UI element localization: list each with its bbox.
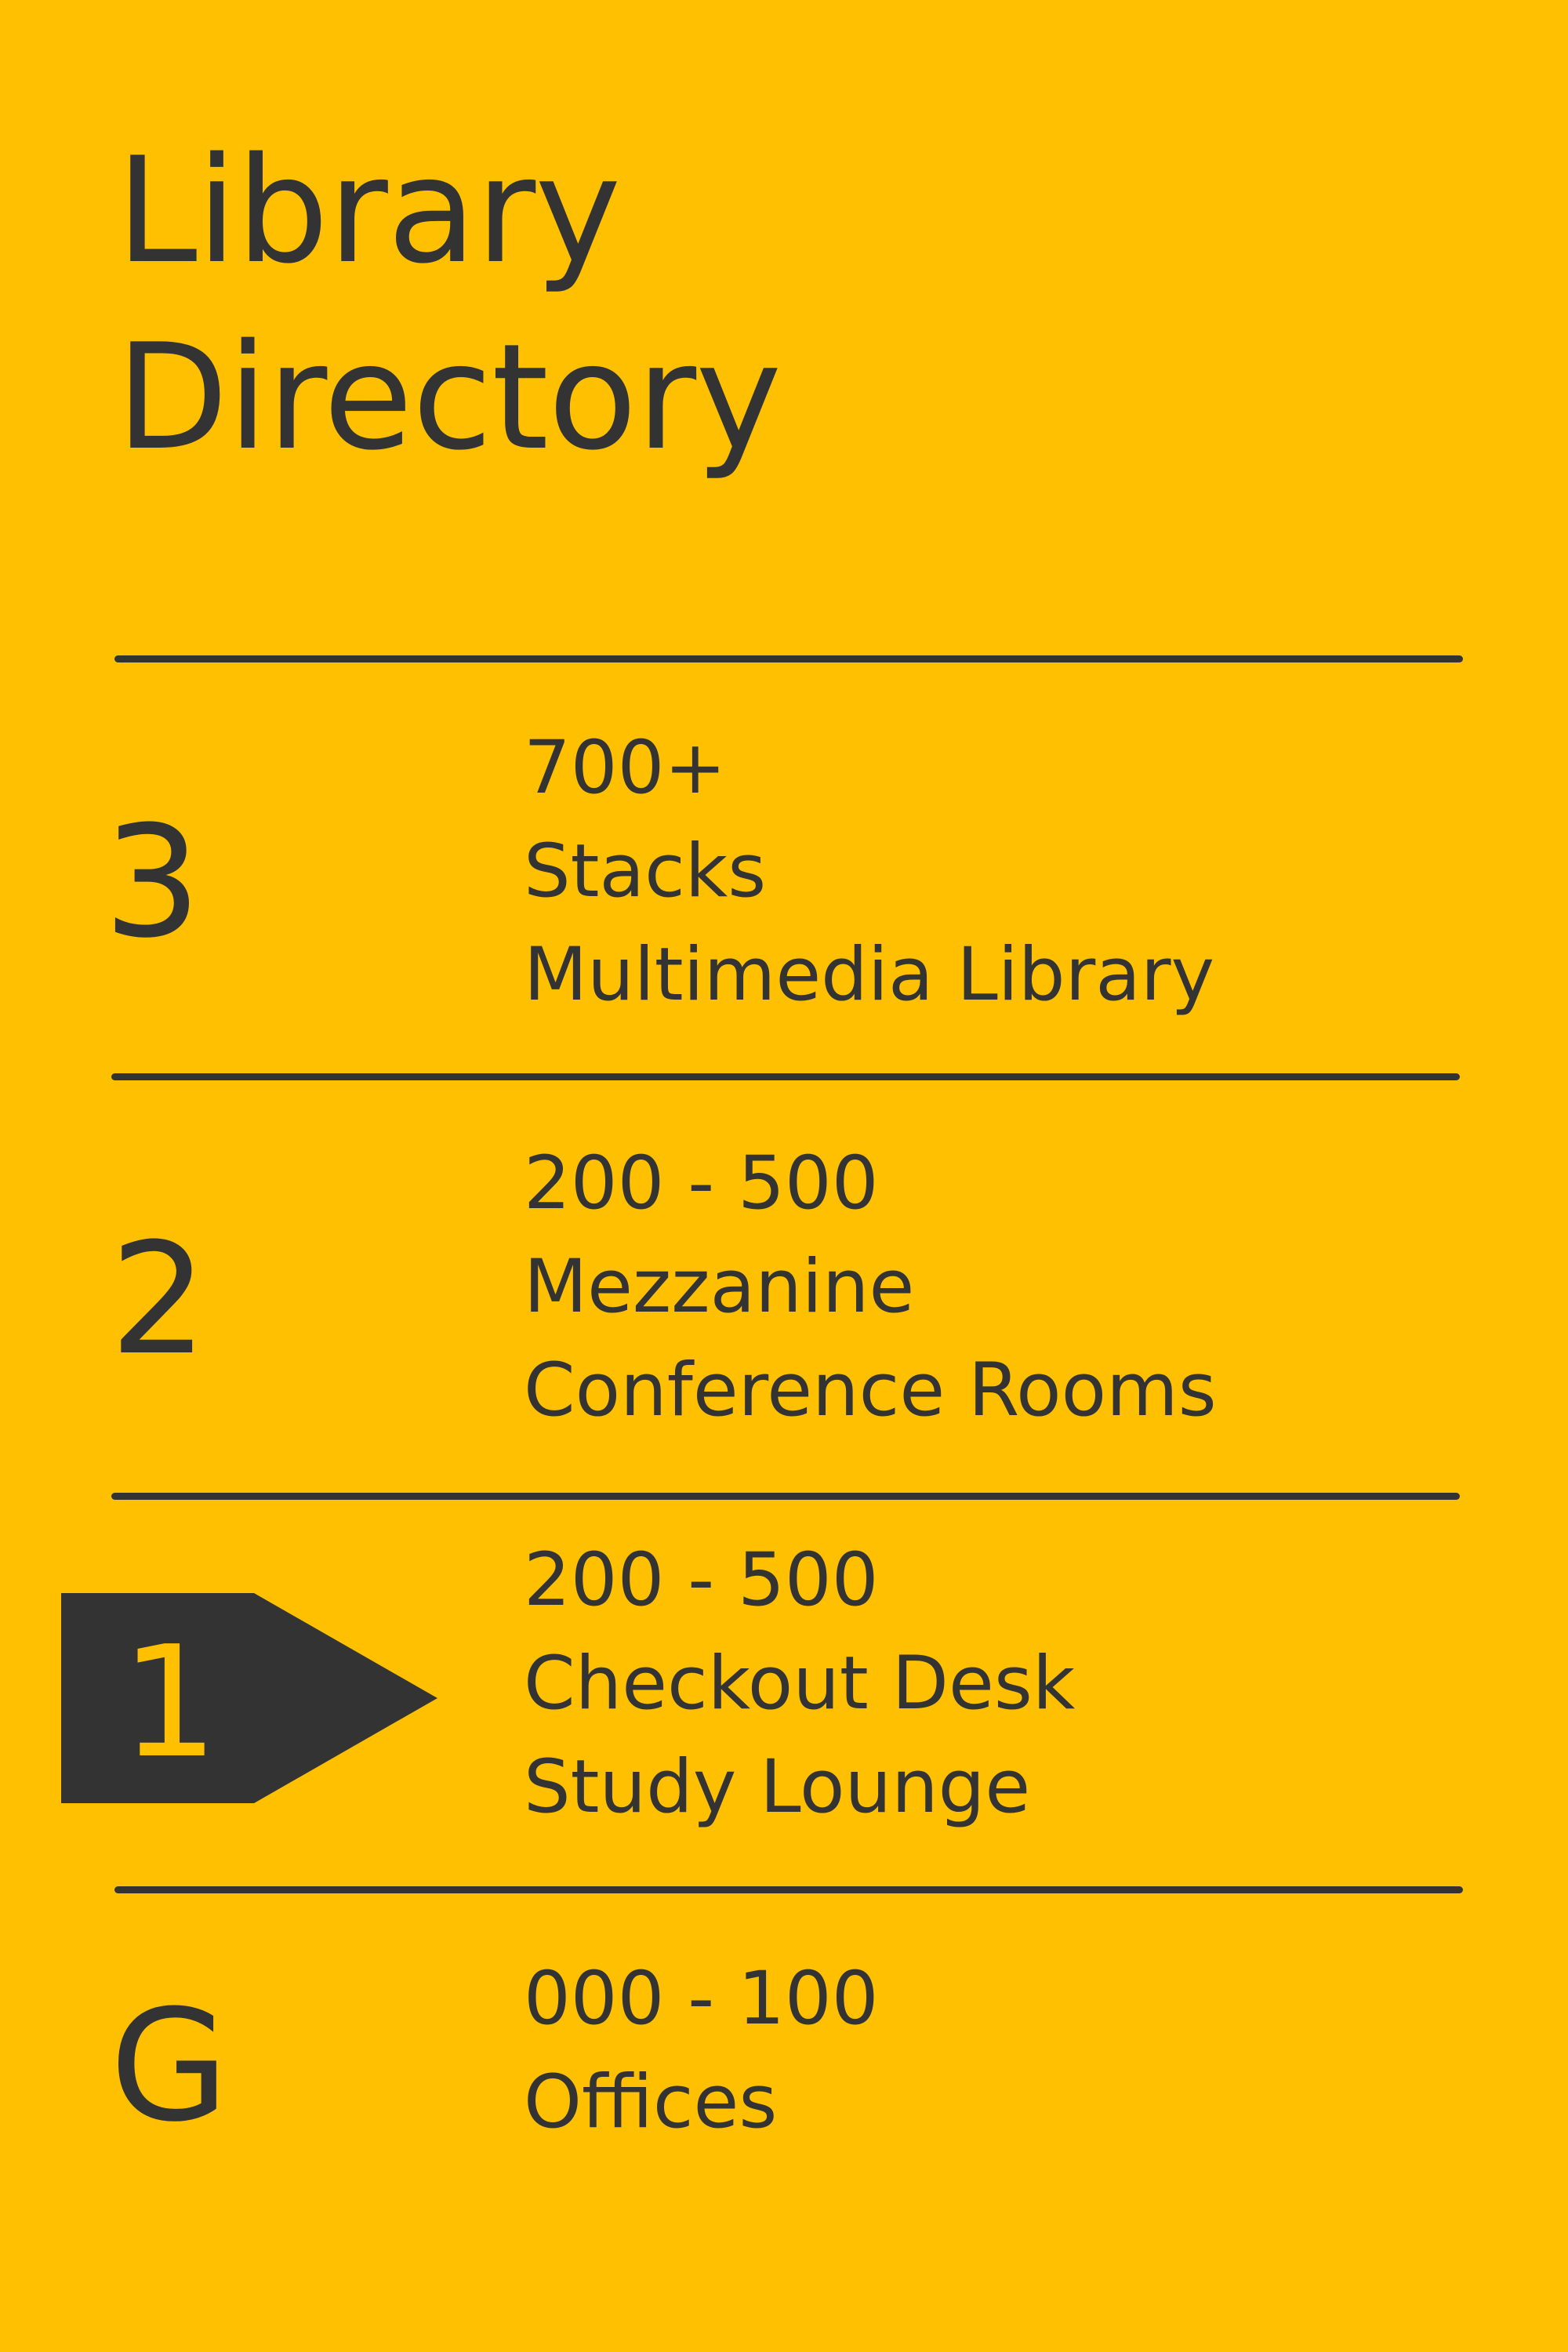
floor-g-call-range: 000 - 100	[524, 1956, 879, 2042]
floor-2-directory-list: 200 - 500 Mezzanine Conference Rooms	[524, 1132, 1217, 1443]
floor-3-directory-list: 700+ Stacks Multimedia Library	[524, 717, 1214, 1027]
you-are-here-arrow-icon	[61, 1593, 437, 1803]
divider-floor-2-1	[111, 1493, 1460, 1500]
floor-1-directory-list: 200 - 500 Checkout Desk Study Lounge	[524, 1529, 1075, 1839]
floor-3-area-stacks: Stacks	[524, 829, 767, 914]
floor-number-g: G	[110, 1977, 229, 2156]
floor-3-area-multimedia-library: Multimedia Library	[524, 932, 1215, 1018]
floor-1-area-study-lounge: Study Lounge	[524, 1744, 1031, 1830]
floor-1-area-checkout-desk: Checkout Desk	[524, 1641, 1076, 1726]
floor-2-area-mezzanine: Mezzanine	[524, 1244, 915, 1330]
floor-2-area-conference-rooms: Conference Rooms	[524, 1348, 1217, 1433]
divider-top	[114, 655, 1463, 662]
floor-number-1: 1	[121, 1613, 219, 1792]
floor-number-3: 3	[103, 793, 201, 972]
title-line-directory: Directory	[116, 312, 782, 482]
divider-floor-3-2	[111, 1073, 1460, 1080]
sign-title: Library Directory	[116, 118, 782, 491]
library-directory-sign: Library Directory 3 700+ Stacks Multimed…	[0, 0, 1568, 2352]
floor-2-call-range: 200 - 500	[524, 1141, 879, 1226]
floor-3-call-range: 700+	[524, 725, 727, 811]
title-line-library: Library	[116, 125, 621, 296]
divider-floor-1-g	[114, 1886, 1463, 1893]
floor-number-2: 2	[110, 1210, 208, 1389]
floor-g-area-offices: Offices	[524, 2060, 778, 2145]
floor-g-directory-list: 000 - 100 Offices	[524, 1947, 879, 2154]
floor-1-call-range: 200 - 500	[524, 1537, 879, 1623]
